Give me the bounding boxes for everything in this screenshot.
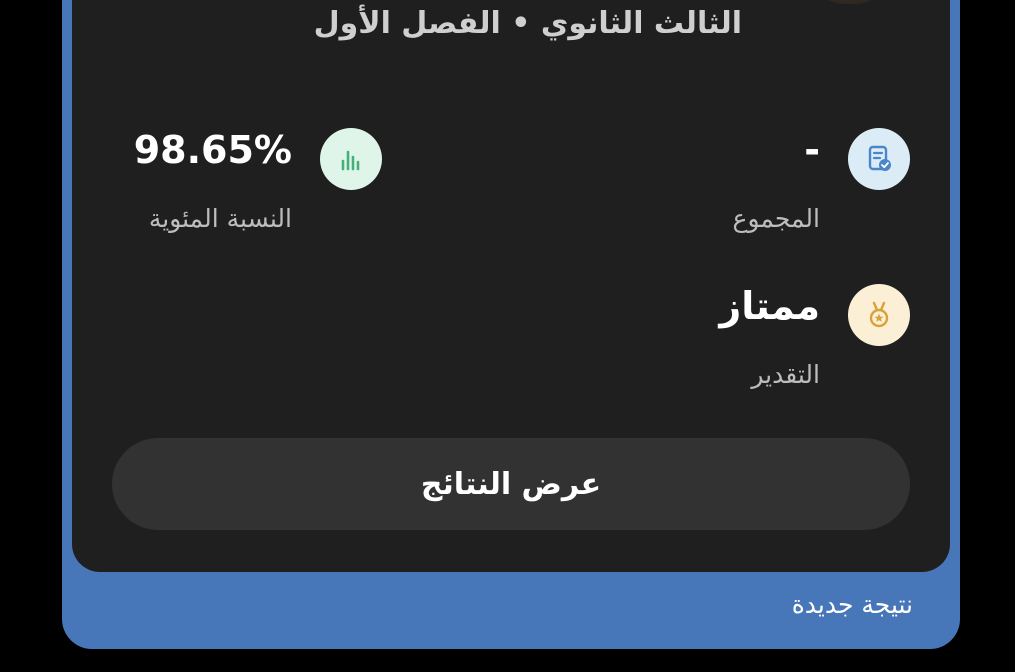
total-label: المجموع [732,204,820,233]
grade-semester-subtitle: الثالث الثانوي • الفصل الأول [313,6,742,41]
document-check-icon [848,128,910,190]
new-result-link[interactable]: نتيجة جديدة [792,590,913,619]
bar-chart-icon [320,128,382,190]
grade-label: التقدير [751,360,820,389]
view-results-button[interactable]: عرض النتائج [112,438,910,530]
grade-value: ممتاز [719,284,820,328]
percentage-value: 98.65% [133,128,292,172]
percentage-label: النسبة المئوية [148,204,292,233]
total-value: - [804,128,820,172]
medal-icon [848,284,910,346]
